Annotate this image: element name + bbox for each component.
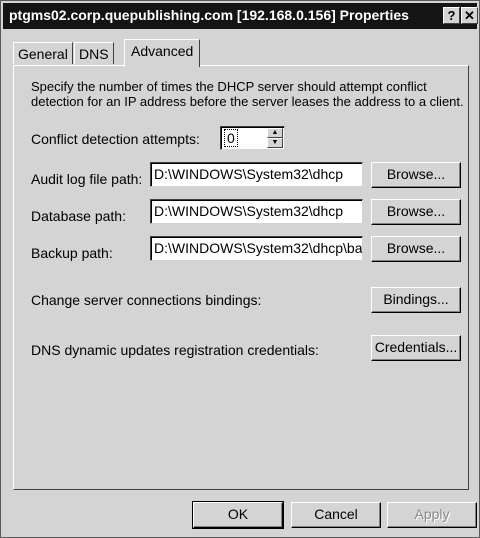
backup-browse-button[interactable]: Browse... [371, 236, 461, 262]
audit-browse-button[interactable]: Browse... [371, 162, 461, 188]
tab-dns[interactable]: DNS [74, 42, 114, 64]
database-path-field[interactable]: D:\WINDOWS\System32\dhcp [150, 199, 363, 224]
audit-log-path-label: Audit log file path: [31, 171, 143, 187]
tab-general[interactable]: General [13, 42, 73, 64]
audit-log-path-field[interactable]: D:\WINDOWS\System32\dhcp [150, 162, 363, 187]
conflict-attempts-label: Conflict detection attempts: [31, 131, 200, 147]
apply-button: Apply [387, 502, 477, 528]
tab-advanced[interactable]: Advanced [124, 39, 201, 67]
spin-down-arrow-icon[interactable]: ▼ [267, 138, 283, 148]
bindings-button[interactable]: Bindings... [371, 287, 461, 313]
spin-up-arrow-icon[interactable]: ▲ [267, 128, 283, 138]
conflict-attempts-value[interactable]: 0 [224, 129, 238, 147]
bindings-label: Change server connections bindings: [31, 292, 262, 308]
title-bar[interactable]: ptgms02.corp.quepublishing.com [192.168.… [3, 3, 478, 29]
database-path-label: Database path: [31, 208, 126, 224]
help-button[interactable]: ? [443, 7, 460, 24]
cancel-button[interactable]: Cancel [291, 502, 381, 528]
conflict-attempts-spinner[interactable]: 0 ▲ ▼ [220, 126, 285, 150]
close-button[interactable]: ✕ [461, 7, 478, 24]
credentials-label: DNS dynamic updates registration credent… [31, 342, 319, 358]
properties-dialog: ptgms02.corp.quepublishing.com [192.168.… [0, 0, 480, 538]
backup-path-field[interactable]: D:\WINDOWS\System32\dhcp\ba [150, 236, 363, 261]
backup-path-label: Backup path: [31, 245, 113, 261]
database-browse-button[interactable]: Browse... [371, 199, 461, 225]
ok-button[interactable]: OK [192, 501, 284, 529]
conflict-description: Specify the number of times the DHCP ser… [31, 79, 464, 109]
window-title: ptgms02.corp.quepublishing.com [192.168.… [9, 7, 409, 23]
credentials-button[interactable]: Credentials... [371, 335, 461, 361]
